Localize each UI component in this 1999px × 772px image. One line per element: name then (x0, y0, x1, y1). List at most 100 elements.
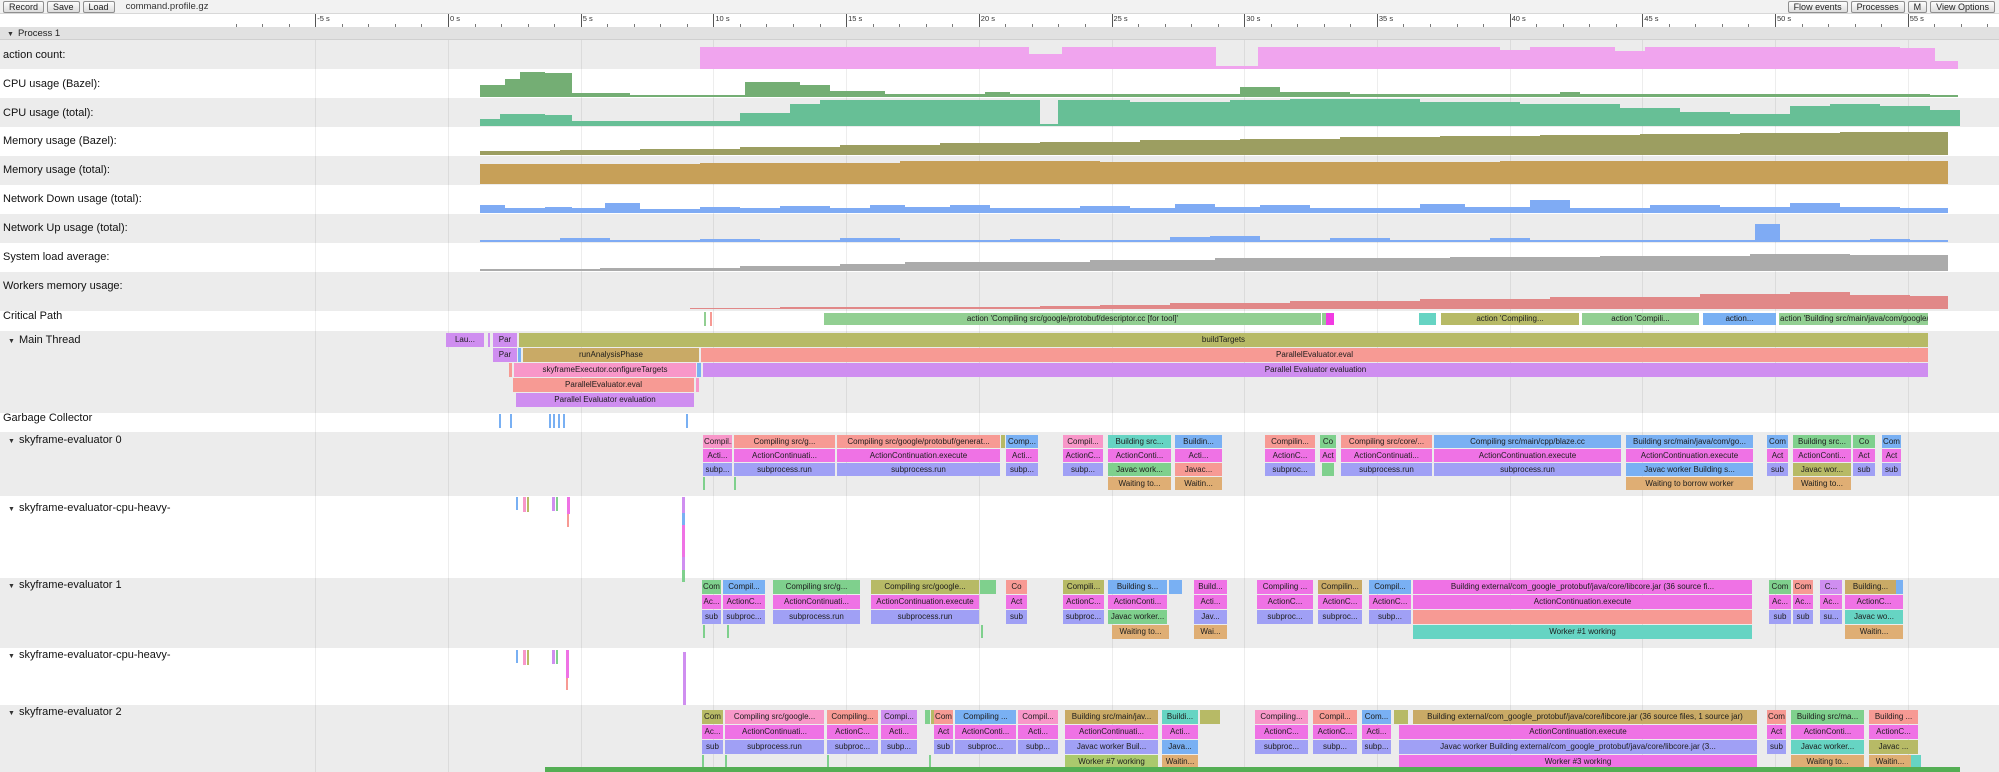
trace-event-block[interactable]: subprocess.run (1341, 463, 1432, 476)
trace-event-block[interactable]: subprocess.run (725, 740, 824, 754)
trace-event-block[interactable]: Act (1853, 449, 1875, 462)
trace-event-block[interactable]: subprocess.run (837, 463, 1000, 476)
trace-event-block[interactable]: subp... (1018, 740, 1058, 754)
trace-event-block[interactable]: Acti... (1175, 449, 1222, 462)
trace-event-block[interactable]: sub (1767, 740, 1786, 754)
trace-event-block[interactable]: ActionContinuati... (773, 595, 860, 609)
trace-event-block[interactable]: Javac... (1175, 463, 1222, 476)
trace-event-sliver[interactable] (552, 497, 555, 511)
trace-event-block[interactable]: ActionConti... (955, 725, 1016, 739)
trace-event-block[interactable]: ActionC... (1265, 449, 1315, 462)
trace-event-sliver[interactable] (682, 525, 685, 557)
trace-event-block[interactable] (1394, 710, 1408, 724)
trace-event-block[interactable]: Waitin... (1845, 625, 1903, 639)
trace-event-block[interactable]: subproc... (1063, 610, 1104, 624)
trace-event-block[interactable]: subprocess.run (871, 610, 979, 624)
trace-event-block[interactable]: ActionContinuation.execute (837, 449, 1000, 462)
trace-event-block[interactable]: Building src... (1108, 435, 1171, 448)
thread-label-skyframe-evaluator-2[interactable]: ▼skyframe-evaluator 2 (3, 706, 122, 718)
trace-event-block[interactable]: Javac wor... (1793, 463, 1851, 476)
trace-event-block[interactable]: sub (702, 740, 723, 754)
trace-event-block[interactable]: Waitin... (1175, 477, 1222, 490)
processes-button[interactable]: Processes (1851, 1, 1905, 13)
thread-label-skyframe-evaluator-cpu-heavy-1[interactable]: ▼skyframe-evaluator-cpu-heavy- (3, 502, 171, 514)
trace-event-block[interactable]: Waiting to... (1108, 477, 1171, 490)
thread-label-skyframe-evaluator-cpu-heavy-2[interactable]: ▼skyframe-evaluator-cpu-heavy- (3, 649, 171, 661)
timeline-ruler[interactable]: -5 s0 s5 s10 s15 s20 s25 s30 s35 s40 s45… (0, 14, 1999, 28)
trace-event-block[interactable]: ActionContinuati... (1065, 725, 1158, 739)
process-header[interactable]: ▼Process 1 (0, 27, 1999, 40)
trace-event-block[interactable]: subproc... (723, 610, 765, 624)
trace-event-sliver[interactable] (510, 414, 512, 428)
trace-event-block[interactable]: Building external/com_google_protobuf/ja… (1413, 710, 1757, 724)
flow-events-button[interactable]: Flow events (1788, 1, 1848, 13)
trace-event-block[interactable]: Acti... (1362, 725, 1391, 739)
trace-event-block[interactable]: ActionConti... (1108, 449, 1171, 462)
trace-event-block[interactable]: Building s... (1108, 580, 1167, 594)
trace-event-sliver[interactable] (682, 513, 685, 525)
trace-event-sliver[interactable] (734, 477, 736, 490)
trace-event-block[interactable]: subp... (1369, 610, 1411, 624)
trace-event-block[interactable]: subproc... (1265, 463, 1315, 476)
trace-event-block[interactable]: Jav... (1194, 610, 1227, 624)
trace-event-sliver[interactable] (549, 414, 551, 428)
trace-event-block[interactable]: ActionC... (827, 725, 878, 739)
trace-event-block[interactable]: Co (1853, 435, 1875, 448)
trace-event-block[interactable]: C... (1820, 580, 1842, 594)
view-options-button[interactable]: View Options (1930, 1, 1995, 13)
trace-event-block[interactable]: Wai... (1194, 625, 1227, 639)
trace-event-block[interactable]: Build... (1194, 580, 1227, 594)
trace-event-block[interactable]: ActionC... (1869, 725, 1918, 739)
trace-event-block[interactable] (1001, 435, 1005, 448)
trace-event-sliver[interactable] (558, 414, 560, 428)
trace-event-block[interactable] (518, 348, 521, 362)
trace-event-block[interactable]: sub (934, 740, 953, 754)
trace-event-sliver[interactable] (527, 650, 529, 665)
trace-event-block[interactable]: Compili... (1063, 580, 1104, 594)
trace-event-block[interactable]: Waiting to... (1112, 625, 1169, 639)
trace-event-sliver[interactable] (566, 678, 568, 690)
trace-event-block[interactable]: Co (1006, 580, 1027, 594)
trace-event-block[interactable]: subprocess.run (734, 463, 835, 476)
trace-event-block[interactable]: Javac worker... (1108, 610, 1167, 624)
trace-event-sliver[interactable] (556, 497, 558, 511)
trace-event-block[interactable]: Building src/main/jav... (1065, 710, 1158, 724)
trace-event-block[interactable]: Compiling src/g... (734, 435, 835, 448)
trace-event-block[interactable]: Acti... (1194, 595, 1227, 609)
trace-event-block[interactable]: ActionContinuati... (725, 725, 824, 739)
trace-event-block[interactable] (1169, 580, 1182, 594)
trace-event-block[interactable]: Waiting to borrow worker (1626, 477, 1753, 490)
trace-event-block[interactable]: Buildi... (1162, 710, 1198, 724)
trace-event-block[interactable]: Act (1882, 449, 1901, 462)
trace-event-block[interactable]: subprocess.run (1434, 463, 1621, 476)
trace-event-sliver[interactable] (556, 650, 558, 664)
trace-event-block[interactable] (1322, 463, 1334, 476)
trace-event-block[interactable]: Com (934, 710, 953, 724)
trace-event-sliver[interactable] (686, 414, 688, 428)
trace-event-block[interactable]: action 'Compiling src/google/protobuf/de… (824, 313, 1321, 325)
trace-event-block[interactable]: Ac... (1820, 595, 1842, 609)
trace-event-block[interactable]: Compiling src/google... (725, 710, 824, 724)
trace-event-block[interactable]: Par (493, 348, 517, 362)
trace-event-block[interactable]: subp... (1006, 463, 1038, 476)
trace-event-block[interactable]: subproc... (1318, 610, 1362, 624)
trace-event-block[interactable]: Building ... (1869, 710, 1918, 724)
trace-event-sliver[interactable] (523, 497, 526, 512)
trace-event-block[interactable]: Compiling... (827, 710, 878, 724)
trace-event-block[interactable]: Building src... (1793, 435, 1851, 448)
load-button[interactable]: Load (83, 1, 115, 13)
trace-event-block[interactable]: subp... (881, 740, 917, 754)
trace-event-block[interactable]: Ac... (1793, 595, 1813, 609)
trace-event-block[interactable]: Compil... (1313, 710, 1357, 724)
trace-event-block[interactable]: ParallelEvaluator.eval (701, 348, 1928, 362)
trace-event-sliver[interactable] (683, 652, 686, 705)
trace-event-block[interactable]: Acti... (1006, 449, 1038, 462)
trace-event-block[interactable] (1413, 610, 1752, 624)
trace-event-sliver[interactable] (981, 625, 983, 638)
trace-event-sliver[interactable] (682, 497, 685, 513)
trace-event-sliver[interactable] (563, 414, 565, 428)
trace-event-block[interactable]: buildTargets (519, 333, 1928, 347)
trace-event-block[interactable]: ActionC... (1255, 725, 1308, 739)
trace-event-block[interactable]: Act (1006, 595, 1027, 609)
trace-event-block[interactable]: ActionC... (1845, 595, 1903, 609)
